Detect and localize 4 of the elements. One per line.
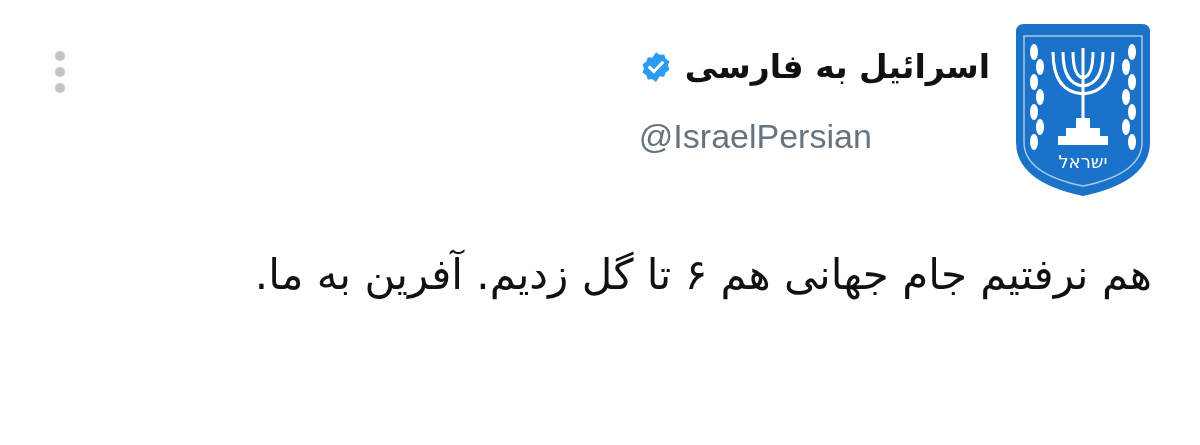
account-name[interactable]: اسرائیل به فارسی — [684, 44, 990, 90]
account-handle[interactable]: @IsraelPersian — [638, 114, 990, 158]
more-options-icon[interactable] — [54, 50, 66, 94]
tweet-text: هم نرفتیم جام جهانی هم ۶ تا گل زدیم. آفرین به ما. — [253, 248, 1153, 302]
